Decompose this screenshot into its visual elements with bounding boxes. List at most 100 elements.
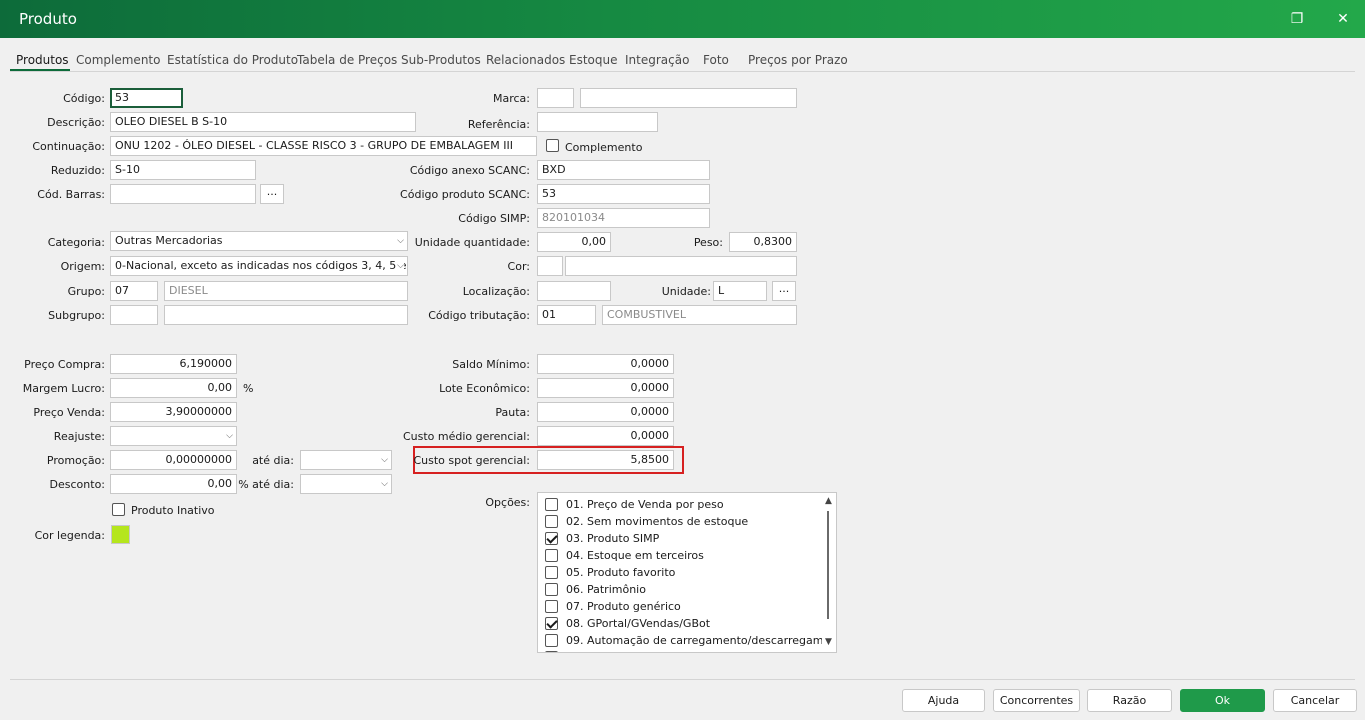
codigo-tributacao-code-field[interactable]: 01	[537, 305, 596, 325]
promocao-ate-dia-select[interactable]: ⌵	[300, 450, 392, 470]
complemento-label: Complemento	[565, 141, 643, 154]
peso-label: Peso:	[693, 236, 723, 249]
tab-complemento[interactable]: Complemento	[76, 53, 160, 67]
origem-select[interactable]: 0-Nacional, exceto as indicadas nos códi…	[110, 256, 408, 276]
restore-icon[interactable]: ❐	[1282, 7, 1312, 31]
marca-name-field[interactable]	[580, 88, 797, 108]
cod-barras-label: Cód. Barras:	[37, 188, 105, 201]
marca-code-field[interactable]	[537, 88, 574, 108]
tab-estatistica-do-produto[interactable]: Estatística do Produto	[167, 53, 298, 67]
reajuste-select[interactable]: ⌵	[110, 426, 237, 446]
categoria-label: Categoria:	[47, 236, 105, 249]
codigo-field[interactable]: 53	[110, 88, 183, 108]
ok-button[interactable]: Ok	[1180, 689, 1265, 712]
tab-relacionados[interactable]: Relacionados	[486, 53, 565, 67]
window-titlebar: Produto ❐ ✕	[0, 0, 1365, 38]
reduzido-field[interactable]: S-10	[110, 160, 256, 180]
unidade-field[interactable]: L	[713, 281, 767, 301]
checkbox-icon[interactable]	[545, 583, 558, 596]
descricao-field[interactable]: OLEO DIESEL B S-10	[110, 112, 416, 132]
chevron-down-icon: ⌵	[381, 455, 388, 465]
opcoes-item-label: 01. Preço de Venda por peso	[566, 498, 724, 511]
margem-lucro-field[interactable]: 0,00	[110, 378, 237, 398]
desconto-label: Desconto:	[49, 478, 105, 491]
tab-foto[interactable]: Foto	[703, 53, 729, 67]
checkbox-icon[interactable]	[545, 634, 558, 647]
produto-inativo-checkbox[interactable]	[112, 503, 125, 516]
codigo-produto-scanc-field[interactable]: 53	[537, 184, 710, 204]
promocao-ate-dia-label: até dia:	[252, 454, 294, 467]
tab-integracao[interactable]: Integração	[625, 53, 689, 67]
opcoes-scrollbar[interactable]: ▲ ▼	[822, 493, 836, 652]
checkbox-icon[interactable]	[545, 600, 558, 613]
checkbox-icon[interactable]	[545, 566, 558, 579]
pauta-field[interactable]: 0,0000	[537, 402, 674, 422]
ajuda-button[interactable]: Ajuda	[902, 689, 985, 712]
localizacao-field[interactable]	[537, 281, 611, 301]
scroll-down-icon[interactable]: ▼	[825, 637, 832, 647]
tab-produtos[interactable]: Produtos	[16, 53, 69, 67]
scrollbar-thumb[interactable]	[827, 511, 829, 619]
unidade-quantidade-label: Unidade quantidade:	[414, 236, 530, 249]
cod-barras-lookup-button[interactable]: ...	[260, 184, 284, 204]
margem-lucro-label: Margem Lucro:	[22, 382, 105, 395]
tab-tabela-de-precos[interactable]: Tabela de Preços	[297, 53, 397, 67]
checked-checkbox-icon[interactable]	[545, 532, 558, 545]
referencia-field[interactable]	[537, 112, 658, 132]
cor-code-field[interactable]	[537, 256, 563, 276]
saldo-minimo-field[interactable]: 0,0000	[537, 354, 674, 374]
scroll-up-icon[interactable]: ▲	[825, 496, 832, 506]
codigo-produto-scanc-label: Código produto SCANC:	[400, 188, 530, 201]
codigo-anexo-scanc-field[interactable]: BXD	[537, 160, 710, 180]
promocao-label: Promoção:	[46, 454, 105, 467]
complemento-checkbox[interactable]	[546, 139, 559, 152]
codigo-anexo-scanc-label: Código anexo SCANC:	[409, 164, 530, 177]
unidade-lookup-button[interactable]: ...	[772, 281, 796, 301]
tab-precos-por-prazo[interactable]: Preços por Prazo	[748, 53, 848, 67]
desconto-ate-dia-select[interactable]: ⌵	[300, 474, 392, 494]
checkbox-icon[interactable]	[545, 515, 558, 528]
codigo-label: Código:	[63, 92, 105, 105]
opcoes-item-label: 08. GPortal/GVendas/GBot	[566, 617, 711, 630]
chevron-down-icon: ⌵	[381, 479, 388, 489]
checkbox-icon[interactable]	[545, 549, 558, 562]
desconto-field[interactable]: 0,00	[110, 474, 237, 494]
custo-spot-gerencial-field[interactable]: 5,8500	[537, 450, 674, 470]
lote-economico-field[interactable]: 0,0000	[537, 378, 674, 398]
opcoes-item-label: 09. Automação de carregamento/descarrega…	[566, 634, 837, 647]
promocao-field[interactable]: 0,00000000	[110, 450, 237, 470]
peso-field[interactable]: 0,8300	[729, 232, 797, 252]
preco-compra-field[interactable]: 6,190000	[110, 354, 237, 374]
footer-divider	[10, 679, 1355, 680]
razao-button[interactable]: Razão	[1087, 689, 1172, 712]
pauta-label: Pauta:	[495, 406, 530, 419]
concorrentes-button[interactable]: Concorrentes	[993, 689, 1080, 712]
produto-inativo-label: Produto Inativo	[131, 504, 215, 517]
cor-legenda-swatch[interactable]	[111, 525, 130, 544]
tab-estoque[interactable]: Estoque	[569, 53, 618, 67]
origem-label: Origem:	[60, 260, 105, 273]
subgrupo-code-field[interactable]	[110, 305, 158, 325]
continuacao-field[interactable]: ONU 1202 - ÓLEO DIESEL - CLASSE RISCO 3 …	[110, 136, 537, 156]
reduzido-label: Reduzido:	[50, 164, 105, 177]
opcoes-item-label: 06. Patrimônio	[566, 583, 646, 596]
tab-sub-produtos[interactable]: Sub-Produtos	[401, 53, 481, 67]
checkbox-icon[interactable]	[545, 498, 558, 511]
codigo-tributacao-label: Código tributação:	[428, 309, 530, 322]
unidade-quantidade-field[interactable]: 0,00	[537, 232, 611, 252]
checkbox-icon[interactable]	[545, 651, 558, 652]
cancelar-button[interactable]: Cancelar	[1273, 689, 1357, 712]
custo-medio-gerencial-field[interactable]: 0,0000	[537, 426, 674, 446]
opcoes-list[interactable]: 01. Preço de Venda por peso 02. Sem movim…	[537, 492, 837, 653]
preco-venda-field[interactable]: 3,90000000	[110, 402, 237, 422]
cor-name-field[interactable]	[565, 256, 797, 276]
close-icon[interactable]: ✕	[1328, 7, 1358, 31]
reajuste-label: Reajuste:	[53, 430, 105, 443]
subgrupo-label: Subgrupo:	[48, 309, 105, 322]
opcoes-item-label: 07. Produto genérico	[566, 600, 681, 613]
categoria-select[interactable]: Outras Mercadorias ⌵	[110, 231, 408, 251]
checked-checkbox-icon[interactable]	[545, 617, 558, 630]
cod-barras-field[interactable]	[110, 184, 256, 204]
grupo-code-field[interactable]: 07	[110, 281, 158, 301]
grupo-name-field: DIESEL	[164, 281, 408, 301]
